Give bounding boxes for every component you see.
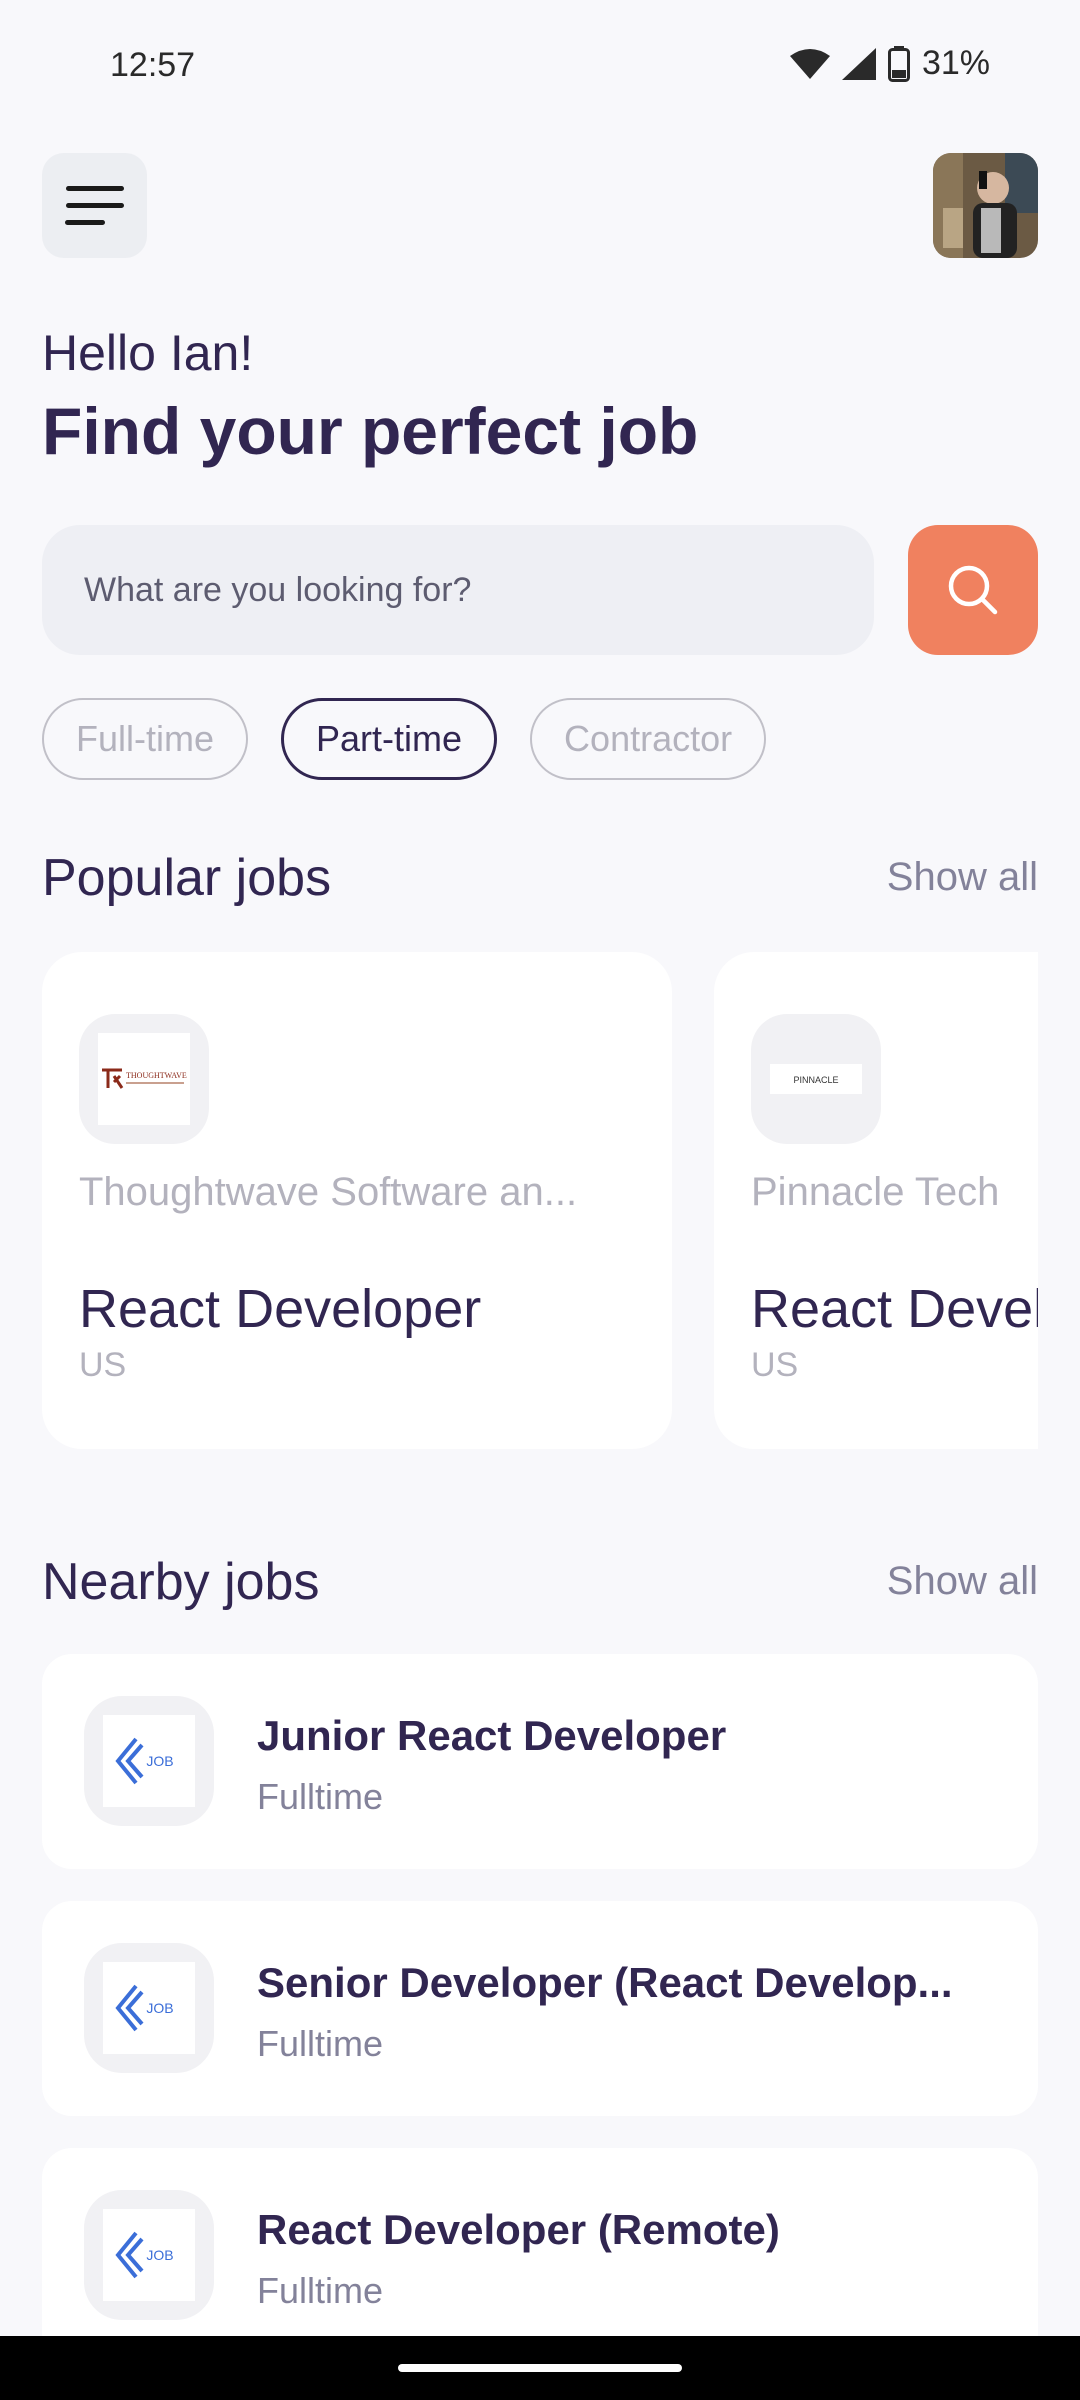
job-logo-icon: JOB: [115, 1737, 174, 1785]
popular-show-all-link[interactable]: Show all: [887, 855, 1038, 900]
hamburger-menu-icon-line: [65, 220, 105, 225]
job-title: React Developer: [751, 1279, 1038, 1339]
status-time: 12:57: [110, 46, 196, 84]
search-button[interactable]: [908, 525, 1038, 655]
battery-percentage: 31%: [921, 44, 990, 82]
job-type-chip-contractor[interactable]: Contractor: [530, 698, 767, 780]
profile-avatar[interactable]: [933, 153, 1038, 258]
popular-job-card[interactable]: THOUGHTWAVE Thoughtwave Software an... R…: [42, 952, 672, 1449]
status-icons: 31%: [789, 44, 990, 83]
home-gesture-handle[interactable]: [398, 2364, 682, 2372]
system-navigation-bar: [0, 2336, 1080, 2400]
company-logo: JOB: [84, 1696, 214, 1826]
job-type-tabs: Full-time Part-time Contractor: [42, 698, 767, 780]
job-location: US: [751, 1346, 799, 1384]
popular-jobs-carousel[interactable]: THOUGHTWAVE Thoughtwave Software an... R…: [42, 952, 1038, 1449]
search-box[interactable]: [42, 525, 874, 655]
job-location: US: [79, 1346, 127, 1384]
company-name: Thoughtwave Software an...: [79, 1170, 578, 1214]
logo-wordmark: THOUGHTWAVE: [126, 1071, 187, 1080]
company-logo: JOB: [84, 1943, 214, 2073]
job-logo-icon: JOB: [115, 2231, 174, 2279]
job-type: Fulltime: [257, 2023, 384, 2064]
thoughtwave-logo-icon: THOUGHTWAVE: [102, 1068, 187, 1089]
job-type: Fulltime: [257, 1776, 384, 1817]
pinnacle-logo-icon: PINNACLE: [793, 1075, 838, 1085]
search-input[interactable]: [84, 570, 874, 610]
company-logo: JOB: [84, 2190, 214, 2320]
nearby-job-card[interactable]: JOB React Developer (Remote) Fulltime: [42, 2148, 1038, 2363]
greeting-text: Hello Ian!: [42, 325, 254, 381]
job-type-chip-full-time[interactable]: Full-time: [42, 698, 249, 780]
job-title: React Developer: [79, 1279, 482, 1339]
job-title: Senior Developer (React Develop...: [257, 1959, 953, 2006]
nearby-job-card[interactable]: JOB Senior Developer (React Develop... F…: [42, 1901, 1038, 2116]
job-type: Fulltime: [257, 2270, 384, 2311]
company-logo: PINNACLE: [751, 1014, 881, 1144]
job-title: Junior React Developer: [257, 1712, 727, 1759]
battery-icon: [887, 45, 910, 82]
popular-jobs-title: Popular jobs: [42, 849, 332, 907]
job-type-chip-part-time[interactable]: Part-time: [281, 698, 498, 780]
company-logo: THOUGHTWAVE: [79, 1014, 209, 1144]
job-title: React Developer (Remote): [257, 2206, 780, 2253]
hamburger-menu-icon-line: [65, 203, 124, 208]
menu-button[interactable]: [42, 153, 147, 258]
logo-wordmark: PINNACLE: [793, 1075, 838, 1085]
search-icon: [948, 565, 998, 615]
logo-wordmark: JOB: [146, 1753, 173, 1769]
company-name: Pinnacle Tech: [751, 1170, 1000, 1214]
cell-signal-icon: [841, 47, 876, 80]
page-headline: Find your perfect job: [42, 394, 699, 468]
nearby-job-card[interactable]: JOB Junior React Developer Fulltime: [42, 1654, 1038, 1869]
logo-wordmark: JOB: [146, 2247, 173, 2263]
status-bar: 12:57 31%: [0, 0, 1080, 130]
job-logo-icon: JOB: [115, 1984, 174, 2032]
wifi-icon: [789, 48, 830, 79]
popular-job-card[interactable]: PINNACLE Pinnacle Tech React Developer U…: [714, 952, 1038, 1449]
nearby-jobs-title: Nearby jobs: [42, 1553, 320, 1611]
hamburger-menu-icon: [65, 186, 124, 191]
nearby-show-all-link[interactable]: Show all: [887, 1559, 1038, 1604]
logo-wordmark: JOB: [146, 2000, 173, 2016]
